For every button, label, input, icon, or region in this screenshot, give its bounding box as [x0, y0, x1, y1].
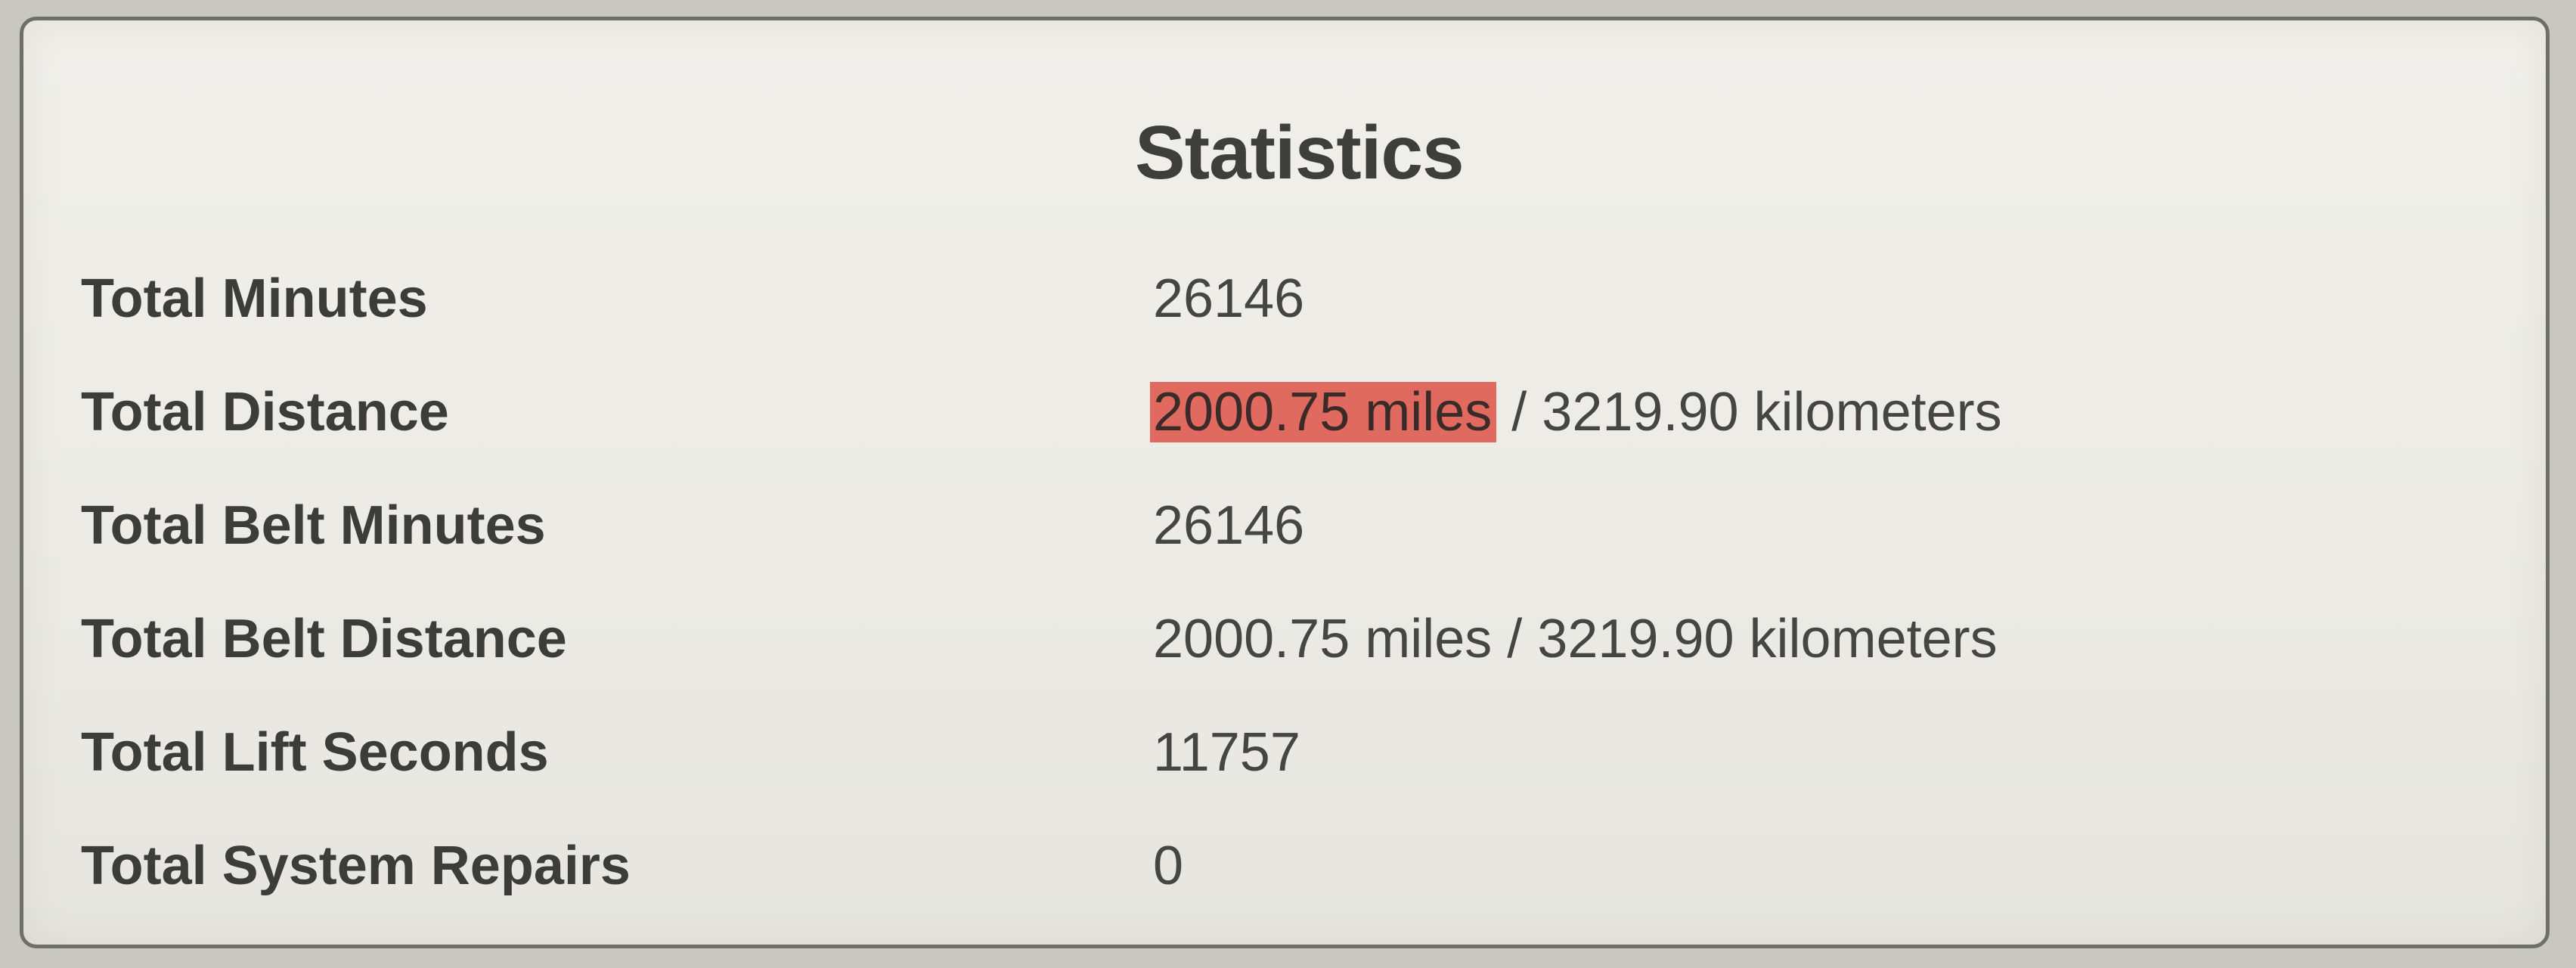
- stat-label: Total Belt Minutes: [81, 495, 546, 556]
- stat-label: Total Minutes: [81, 268, 428, 329]
- stat-label: Total System Repairs: [81, 836, 631, 896]
- stat-row-total-belt-distance: Total Belt Distance 2000.75 miles / 3219…: [81, 601, 2425, 715]
- stat-row-total-distance: Total Distance 2000.75 miles / 3219.90 k…: [81, 374, 2425, 488]
- stats-table: Total Minutes 26146 Total Distance 2000.…: [81, 261, 2425, 942]
- stat-label: Total Belt Distance: [81, 609, 567, 669]
- stat-value: 2000.75 miles / 3219.90 kilometers: [1153, 609, 1998, 669]
- stat-value: 11757: [1153, 722, 1300, 783]
- stat-label: Total Distance: [81, 382, 449, 442]
- stat-row-total-lift-seconds: Total Lift Seconds 11757: [81, 715, 2425, 828]
- stat-value: 0: [1153, 836, 1184, 896]
- stat-label: Total Lift Seconds: [81, 722, 549, 783]
- stat-row-total-minutes: Total Minutes 26146: [81, 261, 2425, 374]
- stat-value: 26146: [1153, 268, 1305, 329]
- stat-value-rest: / 3219.90 kilometers: [1496, 382, 2002, 442]
- stat-row-total-system-repairs: Total System Repairs 0: [81, 828, 2425, 942]
- stat-row-total-belt-minutes: Total Belt Minutes 26146: [81, 488, 2425, 601]
- statistics-panel: Statistics Total Minutes 26146 Total Dis…: [20, 17, 2550, 948]
- page-title: Statistics: [1135, 110, 1465, 195]
- stat-value: 2000.75 miles / 3219.90 kilometers: [1150, 374, 2002, 450]
- highlighted-text: 2000.75 miles: [1150, 382, 1497, 442]
- stat-value: 26146: [1153, 495, 1305, 556]
